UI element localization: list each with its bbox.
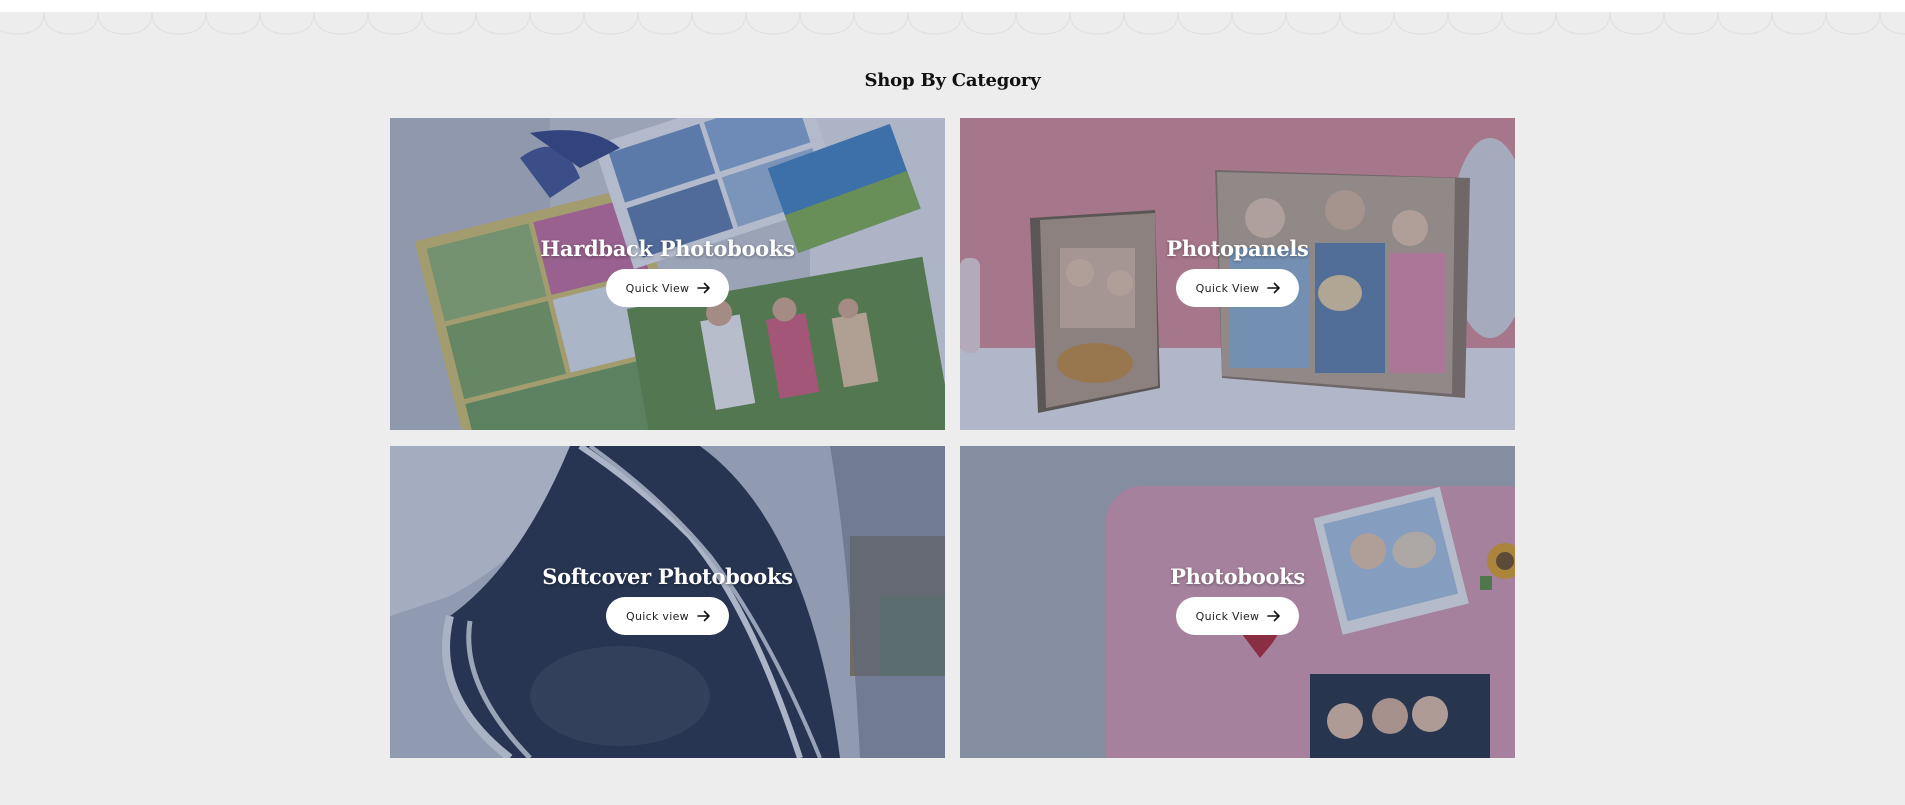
arrow-right-icon xyxy=(1267,282,1281,294)
scallop-wave-icon xyxy=(0,0,1905,36)
quick-view-label: Quick view xyxy=(626,609,689,623)
category-title: Photopanels xyxy=(1166,236,1309,261)
quick-view-label: Quick View xyxy=(1195,609,1260,623)
category-title: Hardback Photobooks xyxy=(540,236,795,261)
category-title: Softcover Photobooks xyxy=(542,564,793,589)
section-title: Shop By Category xyxy=(864,70,1041,91)
quick-view-label: Quick View xyxy=(625,281,690,295)
card-content: Hardback Photobooks Quick View xyxy=(390,236,945,307)
category-card-photopanels[interactable]: Photopanels Quick View xyxy=(960,118,1515,430)
category-title: Photobooks xyxy=(1170,564,1305,589)
scalloped-border-decoration xyxy=(0,0,1905,36)
quick-view-button[interactable]: Quick View xyxy=(605,269,730,307)
arrow-right-icon xyxy=(1267,610,1281,622)
category-card-photobooks[interactable]: Photobooks Quick View xyxy=(960,446,1515,758)
card-content: Photobooks Quick View xyxy=(960,564,1515,635)
quick-view-label: Quick View xyxy=(1195,281,1260,295)
card-content: Softcover Photobooks Quick view xyxy=(390,564,945,635)
category-grid: Hardback Photobooks Quick View Photopane… xyxy=(390,118,1515,758)
arrow-right-icon xyxy=(697,610,710,622)
quick-view-button[interactable]: Quick view xyxy=(606,597,729,635)
card-content: Photopanels Quick View xyxy=(960,236,1515,307)
arrow-right-icon xyxy=(697,282,711,294)
category-card-softcover-photobooks[interactable]: Softcover Photobooks Quick view xyxy=(390,446,945,758)
quick-view-button[interactable]: Quick View xyxy=(1175,269,1300,307)
quick-view-button[interactable]: Quick View xyxy=(1175,597,1300,635)
category-card-hardback-photobooks[interactable]: Hardback Photobooks Quick View xyxy=(390,118,945,430)
